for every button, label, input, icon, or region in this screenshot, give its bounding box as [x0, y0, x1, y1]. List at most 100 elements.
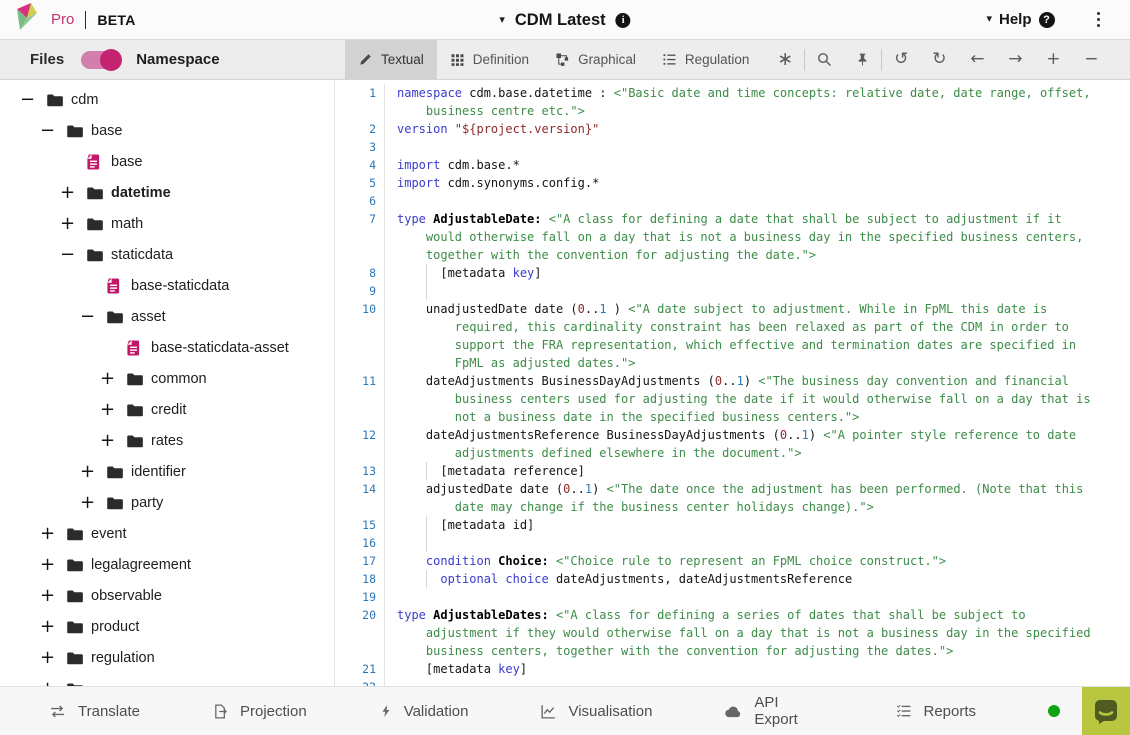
line-number: 14	[335, 480, 385, 498]
expand-plus-icon[interactable]: +	[100, 401, 126, 419]
tree-item-event[interactable]: +event	[0, 518, 334, 549]
wildcard-button[interactable]: ∗	[766, 40, 804, 80]
expand-plus-icon[interactable]: +	[40, 618, 66, 636]
undo-button[interactable]: ↺	[882, 40, 920, 80]
expand-plus-icon[interactable]: +	[80, 463, 106, 481]
minus-icon: −	[1084, 51, 1098, 68]
line-number: 17	[335, 552, 385, 570]
tab-graphical[interactable]: Graphical	[542, 40, 649, 79]
tree-item[interactable]: +	[0, 673, 334, 686]
line-chart-icon	[540, 703, 557, 720]
expand-plus-icon[interactable]: +	[80, 494, 106, 512]
tree-item-base-staticdata[interactable]: base-staticdata	[0, 270, 334, 301]
tree-item-math[interactable]: +math	[0, 208, 334, 239]
folder-icon	[66, 618, 84, 636]
tree-item-cdm[interactable]: −cdm	[0, 84, 334, 115]
expand-plus-icon[interactable]: +	[100, 370, 126, 388]
code-line-5: 5import cdm.synonyms.config.*	[335, 174, 1130, 192]
tree-item-party[interactable]: +party	[0, 487, 334, 518]
code-text: together with the convention for adjusti…	[397, 246, 816, 264]
expand-plus-icon[interactable]: +	[40, 649, 66, 667]
code-line-10: 10 unadjustedDate date (0..1 ) <"A date …	[335, 300, 1130, 318]
tree-item-credit[interactable]: +credit	[0, 394, 334, 425]
tree-item-label: datetime	[111, 185, 171, 201]
tab-textual[interactable]: Textual	[345, 40, 437, 79]
tree-item-product[interactable]: +product	[0, 611, 334, 642]
expand-plus-icon[interactable]: +	[40, 525, 66, 543]
navigate-back-button[interactable]: ←	[958, 40, 996, 80]
line-number: 20	[335, 606, 385, 624]
bottom-action-bar: Translate Projection Validation Visualisati…	[0, 686, 1130, 735]
line-number	[335, 642, 385, 660]
tree-item-label: base	[91, 123, 122, 139]
tree-item-observable[interactable]: +observable	[0, 580, 334, 611]
expand-plus-icon[interactable]: +	[60, 215, 86, 233]
code-text: adjustment if they would otherwise fall …	[397, 624, 1091, 642]
collapse-minus-icon[interactable]: −	[60, 246, 86, 264]
expand-plus-icon[interactable]: +	[40, 556, 66, 574]
code-text: business centers used for adjusting the …	[397, 390, 1091, 408]
code-text: not a business date in the specified bus…	[397, 408, 859, 426]
line-number: 2	[335, 120, 385, 138]
bottom-action-translate[interactable]: Translate	[48, 703, 140, 720]
tree-item-label: identifier	[131, 464, 186, 480]
info-icon[interactable]: i	[616, 13, 631, 28]
tree-item-base-staticdata-asset[interactable]: base-staticdata-asset	[0, 332, 334, 363]
tab-label: Textual	[381, 52, 424, 67]
line-number: 11	[335, 372, 385, 390]
tree-item-datetime[interactable]: + datetime	[0, 177, 334, 208]
files-label: Files	[30, 51, 64, 68]
pin-button[interactable]	[843, 40, 881, 80]
tree-item-staticdata[interactable]: −staticdata	[0, 239, 334, 270]
tab-label: Definition	[473, 52, 529, 67]
collapse-minus-icon[interactable]: −	[40, 122, 66, 140]
folder-icon	[126, 401, 144, 419]
graph-icon	[555, 52, 570, 67]
tab-definition[interactable]: Definition	[437, 40, 542, 79]
overflow-menu-icon[interactable]	[1093, 8, 1105, 32]
bottom-action-validation[interactable]: Validation	[379, 702, 469, 720]
tree-item-rates[interactable]: +rates	[0, 425, 334, 456]
tab-regulation[interactable]: Regulation	[649, 40, 763, 79]
tree-item-asset[interactable]: −asset	[0, 301, 334, 332]
collapse-minus-icon[interactable]: −	[20, 91, 46, 109]
tree-item-legalagreement[interactable]: +legalagreement	[0, 549, 334, 580]
chat-launcher-button[interactable]	[1082, 687, 1130, 735]
model-version-selector[interactable]: ▾ CDM Latest i	[499, 0, 630, 40]
collapse-minus-icon[interactable]: −	[80, 308, 106, 326]
code-text: support the FRA representation, which ef…	[397, 336, 1076, 354]
indent-guide	[426, 534, 427, 552]
expand-plus-icon[interactable]: +	[40, 587, 66, 605]
expand-plus-icon[interactable]: +	[60, 184, 86, 202]
line-number: 8	[335, 264, 385, 282]
code-text: namespace cdm.base.datetime : <"Basic da…	[397, 84, 1091, 102]
bottom-action-visualisation[interactable]: Visualisation	[540, 703, 652, 720]
tree-item-regulation[interactable]: +regulation	[0, 642, 334, 673]
bottom-action-reports[interactable]: Reports	[896, 703, 976, 720]
tree-item-identifier[interactable]: + identifier	[0, 456, 334, 487]
bottom-action-api-export[interactable]: API Export	[724, 694, 824, 728]
code-text: adjustments defined elsewhere in the doc…	[397, 444, 802, 462]
top-header: Pro BETA ▾ CDM Latest i ▾ Help ?	[0, 0, 1130, 40]
code-text: type AdjustableDate: <"A class for defin…	[397, 210, 1062, 228]
tree-item-base[interactable]: − base	[0, 115, 334, 146]
font-decrease-button[interactable]: −	[1072, 40, 1110, 80]
redo-button[interactable]: ↻	[920, 40, 958, 80]
code-line-19: 19	[335, 588, 1130, 606]
bottom-action-projection[interactable]: Projection	[212, 703, 307, 720]
code-text: FpML as adjusted dates.">	[397, 354, 635, 372]
files-namespace-toggle[interactable]	[81, 51, 119, 69]
expand-plus-icon[interactable]: +	[100, 432, 126, 450]
code-line-12: 12 dateAdjustmentsReference BusinessDayA…	[335, 426, 1130, 444]
tree-item-base[interactable]: base	[0, 146, 334, 177]
help-menu[interactable]: ▾ Help ?	[986, 11, 1054, 28]
code-editor[interactable]: 1namespace cdm.base.datetime : <"Basic d…	[335, 80, 1130, 686]
folder-icon	[66, 587, 84, 605]
code-line-18: 18 optional choice dateAdjustments, date…	[335, 570, 1130, 588]
search-button[interactable]	[805, 40, 843, 80]
tree-item-common[interactable]: +common	[0, 363, 334, 394]
pin-icon	[855, 52, 870, 67]
font-increase-button[interactable]: +	[1034, 40, 1072, 80]
folder-icon	[86, 246, 104, 264]
navigate-forward-button[interactable]: →	[996, 40, 1034, 80]
